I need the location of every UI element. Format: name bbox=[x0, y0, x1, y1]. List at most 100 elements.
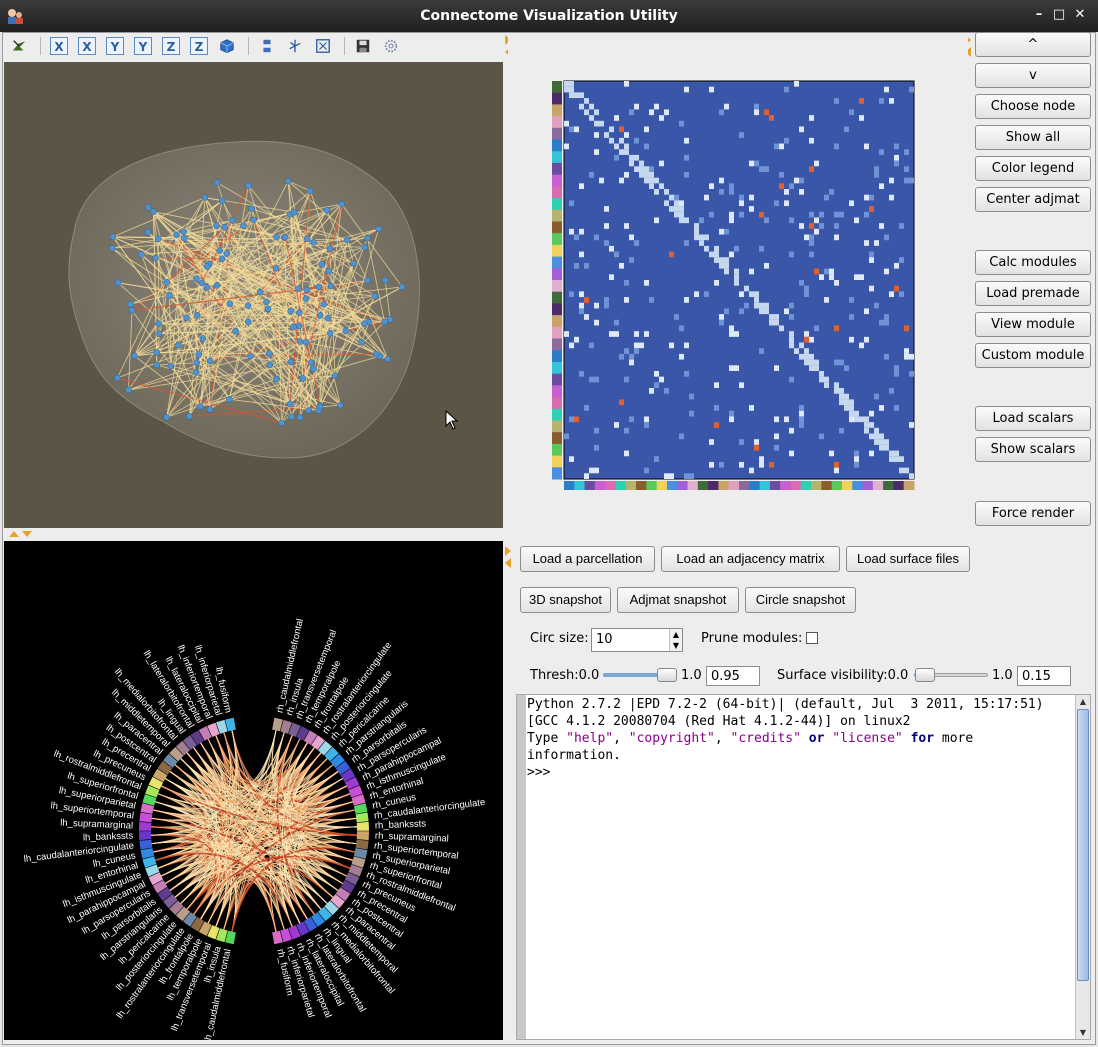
matrix-cell bbox=[734, 274, 739, 280]
custom-module-button[interactable]: Custom module bbox=[975, 343, 1091, 368]
3d-snapshot-button[interactable]: 3D snapshot bbox=[520, 587, 611, 613]
maximize-button[interactable]: □ bbox=[1050, 6, 1068, 24]
matrix-cell bbox=[664, 388, 669, 394]
save-icon[interactable] bbox=[354, 37, 372, 55]
view-toolbar: X X Y Y Z Z bbox=[4, 33, 504, 60]
network-node bbox=[382, 276, 389, 284]
matrix-cell bbox=[739, 461, 744, 468]
load-scalars-button[interactable]: Load scalars bbox=[975, 406, 1091, 431]
circle-snapshot-button[interactable]: Circle snapshot bbox=[745, 587, 856, 613]
slider-handle[interactable] bbox=[915, 668, 936, 682]
matrix-cell bbox=[839, 211, 844, 218]
splitter-arrow-icon[interactable] bbox=[505, 558, 511, 568]
matrix-cell bbox=[649, 297, 654, 303]
view-y-neg-icon[interactable]: Y bbox=[134, 37, 152, 55]
config-gear-icon[interactable] bbox=[382, 37, 400, 55]
load-parcellation-button[interactable]: Load a parcellation bbox=[520, 546, 655, 572]
show-scalars-button[interactable]: Show scalars bbox=[975, 437, 1091, 462]
network-node bbox=[218, 255, 226, 263]
center-adjmat-button[interactable]: Center adjmat bbox=[975, 187, 1091, 212]
scroll-up-arrow-icon[interactable]: ▲ bbox=[1076, 695, 1090, 708]
network-node bbox=[398, 283, 406, 291]
matrix-cell bbox=[784, 86, 789, 93]
network-node bbox=[323, 207, 331, 214]
fullscreen-icon[interactable] bbox=[314, 37, 332, 55]
title-bar[interactable]: Connectome Visualization Utility – □ ✕ bbox=[0, 0, 1098, 32]
matrix-cell bbox=[719, 319, 724, 326]
load-surface-files-button[interactable]: Load surface files bbox=[846, 546, 970, 572]
scroll-up-button[interactable]: ^ bbox=[975, 32, 1091, 57]
view-module-button[interactable]: View module bbox=[975, 312, 1091, 337]
spin-down-icon[interactable]: ▼ bbox=[669, 640, 682, 651]
thresh-slider[interactable] bbox=[603, 663, 677, 687]
connectivity-circle-plot[interactable]: rh_caudalmiddlefrontal rh_insula rh_transv… bbox=[4, 541, 503, 1043]
matrix-cell bbox=[629, 109, 634, 116]
matrix-cell bbox=[889, 194, 894, 201]
view-x-icon[interactable]: X bbox=[50, 37, 68, 55]
thresh-value-field[interactable]: 0.95 bbox=[706, 666, 760, 686]
splitter-arrow-icon[interactable] bbox=[9, 531, 19, 537]
scroll-down-arrow-icon[interactable]: ▼ bbox=[1076, 1026, 1090, 1039]
pick-icon[interactable] bbox=[10, 37, 28, 55]
color-legend-button[interactable]: Color legend bbox=[975, 156, 1091, 181]
matrix-cell bbox=[844, 126, 849, 133]
choose-node-button[interactable]: Choose node bbox=[975, 94, 1091, 119]
show-all-button[interactable]: Show all bbox=[975, 125, 1091, 150]
matrix-cell bbox=[619, 262, 624, 269]
matrix-cell bbox=[879, 149, 884, 155]
calc-modules-button[interactable]: Calc modules bbox=[975, 250, 1091, 275]
matrix-cell bbox=[669, 251, 674, 258]
matrix-cell bbox=[579, 228, 584, 235]
adjacency-matrix-plot[interactable] bbox=[508, 33, 968, 528]
circ-size-spinbox[interactable]: 10 ▲ ▼ bbox=[591, 628, 683, 652]
force-render-button[interactable]: Force render bbox=[975, 501, 1091, 526]
network-node bbox=[127, 300, 134, 308]
console-text[interactable]: Python 2.7.2 |EPD 7.2-2 (64-bit)| (defau… bbox=[527, 696, 1044, 781]
column-color-swatch bbox=[841, 481, 853, 490]
network-node bbox=[223, 250, 231, 257]
view-y-icon[interactable]: Y bbox=[106, 37, 124, 55]
python-console[interactable]: Python 2.7.2 |EPD 7.2-2 (64-bit)| (defau… bbox=[516, 694, 1091, 1040]
console-line: [GCC 4.1.2 20080704 (Red Hat 4.1.2-44)] … bbox=[527, 714, 911, 729]
console-scrollbar[interactable]: ▲ ▼ bbox=[1075, 695, 1090, 1039]
isometric-cube-icon[interactable] bbox=[218, 37, 236, 55]
splitter-arrow-icon[interactable] bbox=[22, 531, 32, 537]
matrix-cell bbox=[729, 183, 734, 190]
close-button[interactable]: ✕ bbox=[1071, 6, 1089, 24]
column-color-swatch bbox=[605, 481, 616, 490]
matrix-cell bbox=[789, 314, 794, 320]
column-color-swatch bbox=[677, 481, 689, 490]
network-node bbox=[193, 359, 200, 367]
splitter-arrow-icon[interactable] bbox=[505, 546, 511, 556]
matrix-cell bbox=[739, 200, 744, 207]
prune-modules-label: Prune modules: bbox=[701, 631, 803, 646]
adjmat-snapshot-button[interactable]: Adjmat snapshot bbox=[617, 587, 739, 613]
surface-visibility-slider[interactable] bbox=[914, 663, 988, 687]
network-node bbox=[192, 369, 200, 376]
matrix-cell bbox=[789, 251, 794, 258]
matrix-cell bbox=[894, 405, 899, 411]
matrix-cell bbox=[719, 109, 724, 116]
surface-value-field[interactable]: 0.15 bbox=[1017, 666, 1071, 686]
thresh-max-label: 1.0 bbox=[681, 668, 702, 683]
matrix-cell bbox=[894, 143, 899, 150]
view-z-neg-icon[interactable]: Z bbox=[190, 37, 208, 55]
view-z-icon[interactable]: Z bbox=[162, 37, 180, 55]
matrix-cell bbox=[634, 103, 639, 110]
matrix-cell bbox=[789, 450, 794, 457]
prune-modules-checkbox[interactable] bbox=[806, 632, 818, 644]
brain-3d-view[interactable] bbox=[4, 62, 503, 528]
matrix-cell bbox=[619, 177, 624, 184]
scrollbar-thumb[interactable] bbox=[1077, 709, 1089, 981]
slider-handle[interactable] bbox=[657, 668, 677, 682]
parallel-projection-icon[interactable] bbox=[258, 37, 276, 55]
matrix-cell bbox=[854, 461, 859, 468]
matrix-cell bbox=[729, 251, 734, 258]
minimize-button[interactable]: – bbox=[1030, 6, 1048, 24]
load-premade-button[interactable]: Load premade bbox=[975, 281, 1091, 306]
axes-icon[interactable] bbox=[286, 37, 304, 55]
load-adjacency-matrix-button[interactable]: Load an adjacency matrix bbox=[661, 546, 840, 572]
spin-up-icon[interactable]: ▲ bbox=[669, 629, 682, 640]
scroll-down-button[interactable]: v bbox=[975, 63, 1091, 88]
view-x-neg-icon[interactable]: X bbox=[78, 37, 96, 55]
